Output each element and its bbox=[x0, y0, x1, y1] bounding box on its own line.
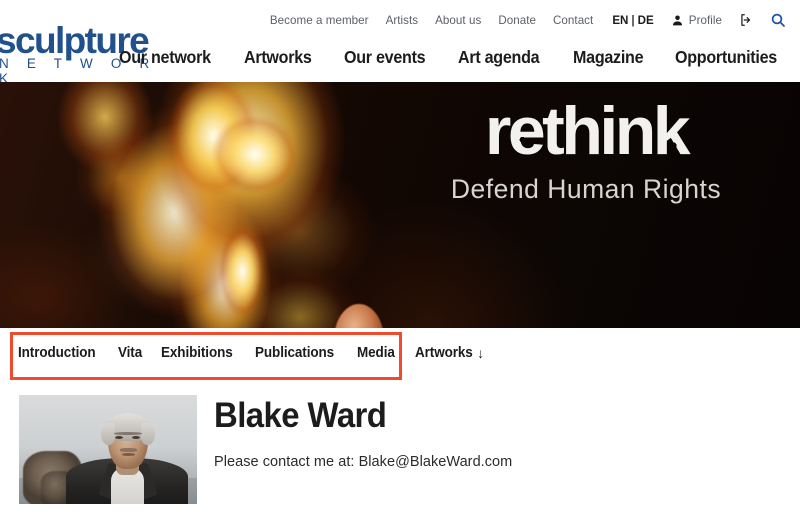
artist-intro: Blake Ward Please contact me at: Blake@B… bbox=[0, 388, 800, 516]
tab-publications[interactable]: Publications bbox=[255, 345, 334, 361]
profile-label[interactable]: Profile bbox=[689, 14, 722, 27]
nav-item-our-events[interactable]: Our events bbox=[344, 47, 426, 68]
primary-nav: Our network Artworks Our events Art agen… bbox=[119, 47, 786, 68]
hero-title-block: rethink Defend Human Rights bbox=[388, 94, 784, 206]
hero-subtitle: Defend Human Rights bbox=[450, 174, 722, 204]
artist-portrait[interactable] bbox=[19, 395, 197, 504]
nav-item-art-agenda[interactable]: Art agenda bbox=[458, 47, 540, 68]
hero-title: rethink bbox=[484, 93, 691, 169]
nav-item-our-network[interactable]: Our network bbox=[119, 47, 211, 68]
page-title: Blake Ward bbox=[214, 396, 387, 435]
person-icon bbox=[671, 14, 684, 27]
tab-introduction[interactable]: Introduction bbox=[18, 345, 96, 361]
profile-link[interactable]: Profile bbox=[671, 14, 722, 27]
site-header: sculpture N E T W O R K Become a member … bbox=[0, 0, 800, 86]
arrow-down-icon: ↓ bbox=[477, 345, 484, 361]
artist-tabbar-region: Introduction Vita Exhibitions Publicatio… bbox=[0, 328, 800, 386]
nav-item-artworks[interactable]: Artworks bbox=[244, 47, 312, 68]
hero-sculpture-head bbox=[316, 294, 402, 328]
hero-banner[interactable]: rethink Defend Human Rights bbox=[0, 82, 800, 328]
nav-item-opportunities[interactable]: Opportunities bbox=[675, 47, 777, 68]
tab-vita[interactable]: Vita bbox=[118, 345, 142, 361]
topnav-item-contact[interactable]: Contact bbox=[553, 14, 593, 27]
topnav-item-artists[interactable]: Artists bbox=[386, 14, 419, 27]
tab-exhibitions[interactable]: Exhibitions bbox=[161, 345, 233, 361]
hero-flame-lower bbox=[205, 222, 280, 328]
language-en[interactable]: EN bbox=[612, 14, 628, 27]
language-separator: | bbox=[631, 13, 635, 27]
topnav-item-become-a-member[interactable]: Become a member bbox=[270, 14, 369, 27]
topnav-item-donate[interactable]: Donate bbox=[498, 14, 536, 27]
utility-nav: Become a member Artists About us Donate … bbox=[270, 12, 786, 28]
page-root: sculpture N E T W O R K Become a member … bbox=[0, 0, 800, 516]
logout-icon[interactable] bbox=[739, 13, 753, 27]
tab-artworks-label: Artworks bbox=[414, 345, 473, 361]
language-switcher[interactable]: EN | DE bbox=[612, 14, 653, 27]
topnav-item-about-us[interactable]: About us bbox=[435, 14, 481, 27]
tab-artworks[interactable]: Artworks ↓ bbox=[415, 345, 484, 361]
artist-tabs: Introduction Vita Exhibitions Publicatio… bbox=[18, 345, 489, 361]
language-de[interactable]: DE bbox=[638, 14, 654, 27]
artist-contact-text: Please contact me at: Blake@BlakeWard.co… bbox=[214, 454, 513, 470]
search-icon[interactable] bbox=[770, 12, 786, 28]
nav-item-magazine[interactable]: Magazine bbox=[573, 47, 644, 68]
tab-media[interactable]: Media bbox=[357, 345, 395, 361]
